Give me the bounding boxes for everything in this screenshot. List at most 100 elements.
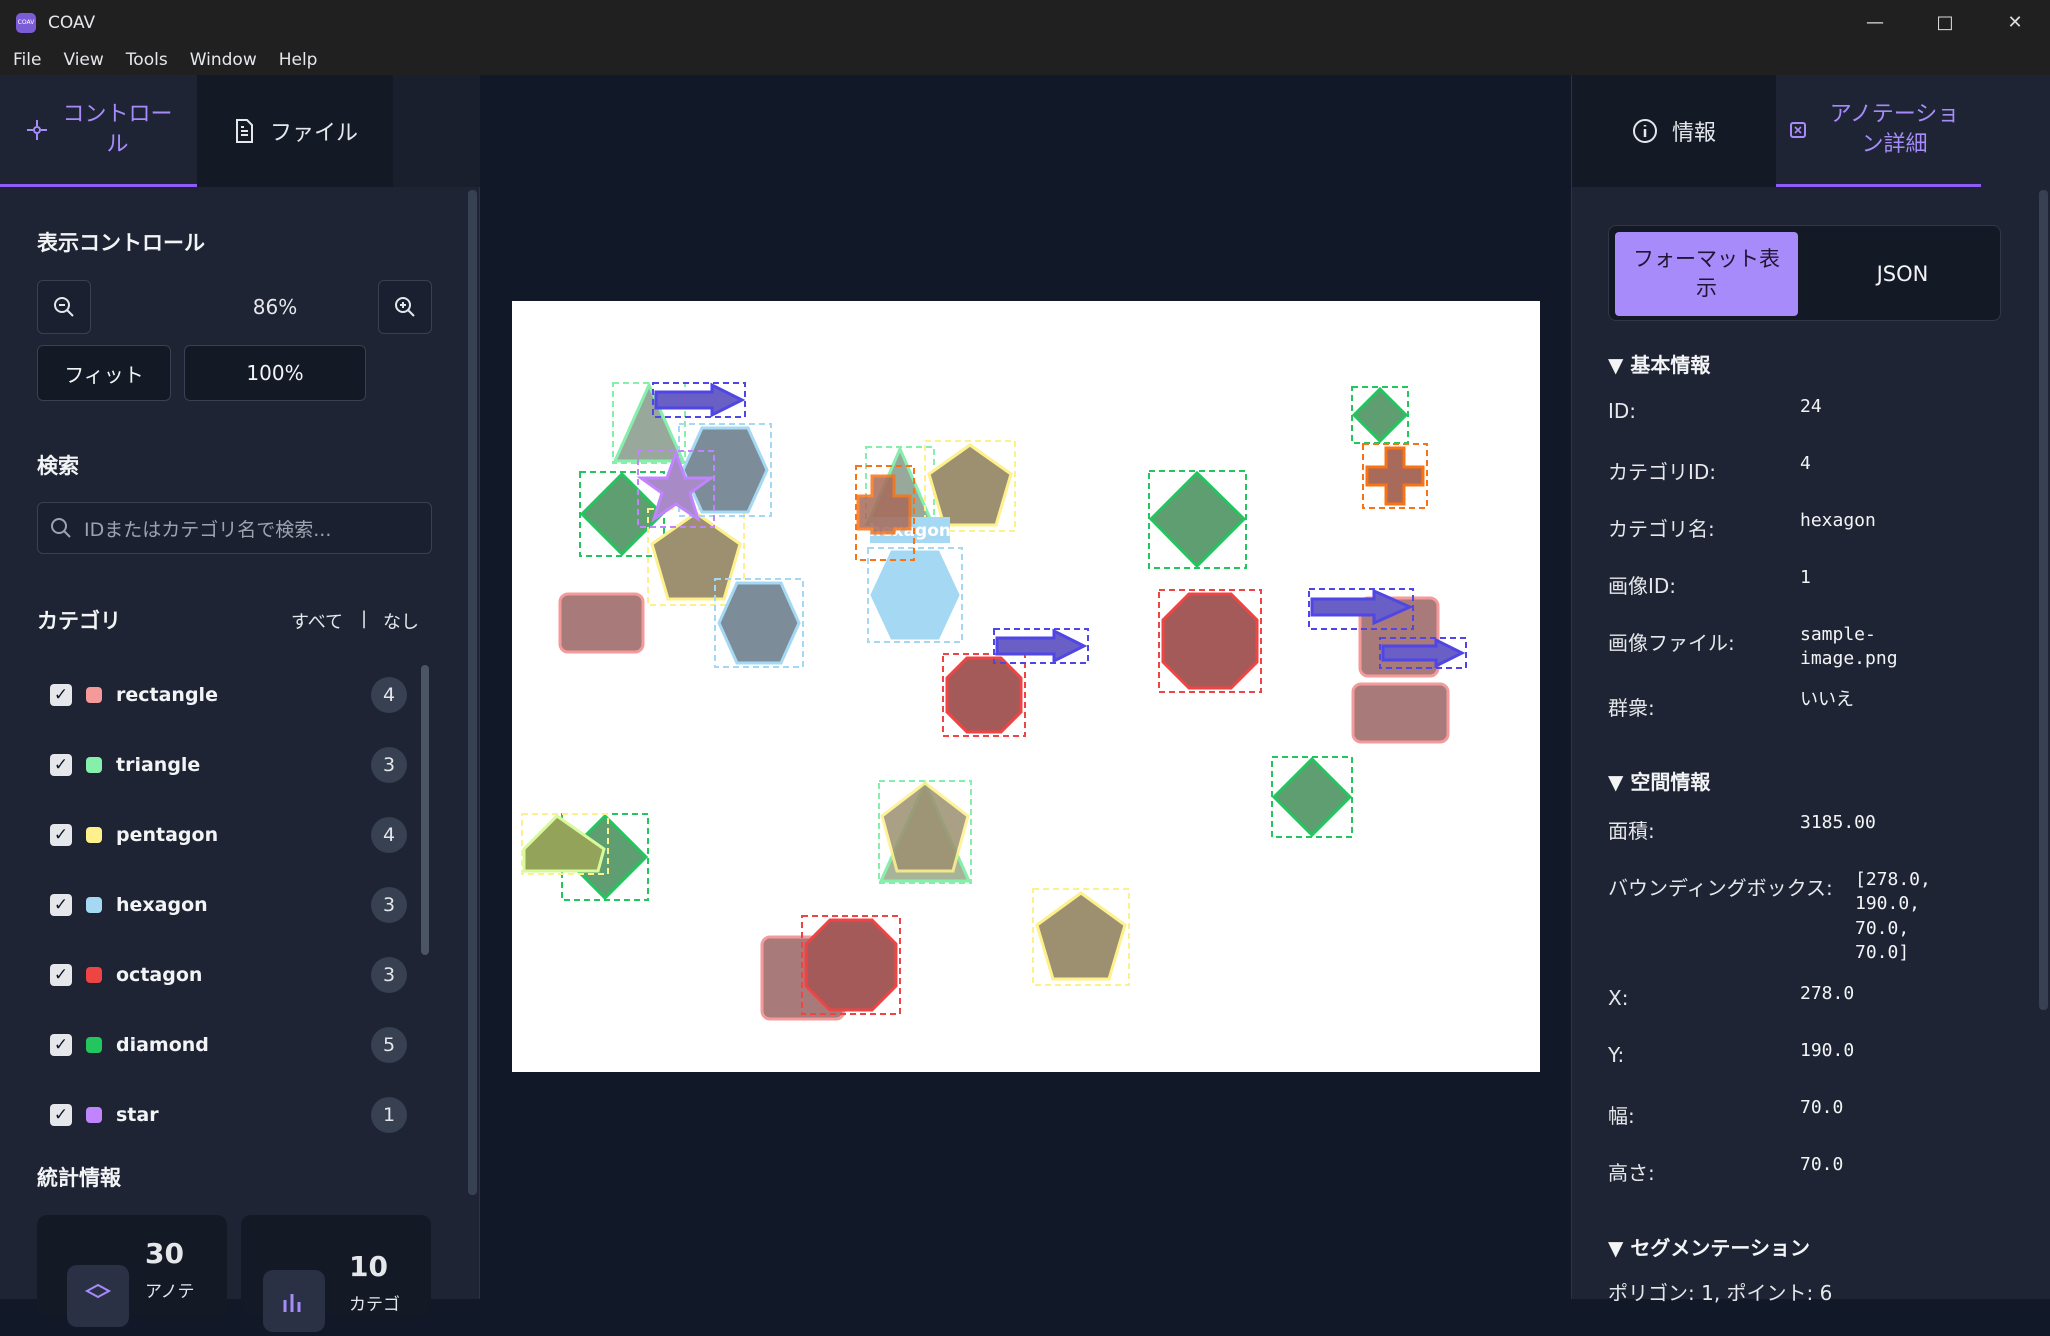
tab-info-label: 情報 [1671,121,1716,146]
spatial-label: 面積: [1608,819,1655,843]
right-panel-scrollbar[interactable] [2039,190,2048,1010]
category-item-pentagon[interactable]: ✓ pentagon 4 [37,805,407,865]
spatial-label: X: [1608,986,1629,1010]
basic-label: ID: [1608,399,1637,423]
crosshair-icon [26,119,47,140]
category-color-swatch [86,1107,102,1123]
canvas-area[interactable]: hexagon [481,75,1571,1299]
spatial-info-header[interactable]: ▼ 空間情報 [1608,766,1710,795]
hexagon-annotation-2[interactable] [714,578,804,668]
menu-view[interactable]: View [63,50,103,70]
menu-file[interactable]: File [13,50,41,70]
category-item-star[interactable]: ✓ star 1 [37,1085,407,1145]
menu-bar: File View Tools Window Help [0,45,2050,75]
category-checkbox[interactable]: ✓ [50,894,72,916]
rect-annotation-2[interactable] [1351,682,1450,744]
category-item-octagon[interactable]: ✓ octagon 3 [37,945,407,1005]
left-panel-scrollbar[interactable] [468,190,477,1195]
title-bar: COAV COAV — □ ✕ [0,0,2050,45]
category-checkbox[interactable]: ✓ [50,1034,72,1056]
app-logo-text: COAV [17,19,35,26]
diamond-annotation-4[interactable] [1271,756,1353,838]
category-count: 1 [371,1097,407,1133]
maximize-button[interactable]: □ [1910,0,1980,45]
menu-help[interactable]: Help [279,50,318,70]
arrow-annotation-1[interactable] [652,382,746,418]
octagon-annotation-2[interactable] [1158,589,1262,693]
hexagon-annotation-3-selected[interactable]: hexagon [867,517,963,643]
cross-annotation-1[interactable] [1362,443,1428,509]
pentagon-annotation-1[interactable] [647,508,745,606]
diamond-annotation-3[interactable] [1351,386,1409,444]
fit-button[interactable]: フィット [37,345,171,401]
category-color-swatch [86,1037,102,1053]
category-checkbox[interactable]: ✓ [50,964,72,986]
stat-icon-bg-2 [263,1270,325,1332]
basic-value: いいえ [1800,689,1854,710]
file-icon [235,119,253,143]
category-count: 5 [371,1027,407,1063]
menu-window[interactable]: Window [190,50,257,70]
stat-icon-bg [67,1265,129,1327]
app-logo: COAV [16,12,36,33]
category-item-rectangle[interactable]: ✓ rectangle 4 [37,665,407,725]
pentagon-annotation-5[interactable] [880,781,970,873]
octagon-annotation-1[interactable] [942,653,1026,737]
diamond-annotation-2[interactable] [1148,470,1247,569]
segmentation-header[interactable]: ▼ セグメンテーション [1608,1232,1810,1261]
pentagon-annotation-3[interactable] [1032,888,1130,986]
category-count: 3 [371,747,407,783]
tab-annotation-details[interactable]: アノテーション詳細 [1776,75,1981,187]
basic-label: 群衆: [1608,696,1655,720]
category-item-triangle[interactable]: ✓ triangle 3 [37,735,407,795]
basic-value: 24 [1800,396,1822,417]
category-name: octagon [116,964,203,986]
format-view-button[interactable]: フォーマット表示 [1615,232,1798,316]
annotated-image[interactable]: hexagon [512,301,1540,1072]
left-panel: コントロール ファイル 表示コントロール 86% フィット 100% 検索 ID… [0,75,480,1332]
basic-label: 画像ファイル: [1608,631,1735,655]
tab-controls[interactable]: コントロール [0,75,197,187]
stat-annotations-label: アノテ [145,1282,195,1302]
annotation-overlay[interactable]: hexagon [512,301,1540,1072]
search-input[interactable]: IDまたはカテゴリ名で検索... [37,502,432,554]
category-name: triangle [116,754,201,776]
select-all-link[interactable]: すべて [291,608,343,634]
spatial-value: 190.0 [1800,1040,1855,1061]
search-icon [51,518,71,538]
category-scrollbar[interactable] [421,665,429,955]
arrow-annotation-2[interactable] [993,628,1089,664]
categories-title: カテゴリ [37,609,121,633]
category-name: diamond [116,1034,209,1056]
category-checkbox[interactable]: ✓ [50,1104,72,1126]
tab-info[interactable]: 情報 [1572,75,1776,187]
basic-info-header[interactable]: ▼ 基本情報 [1608,349,1710,378]
search-placeholder: IDまたはカテゴリ名で検索... [84,518,332,541]
tab-files[interactable]: ファイル [197,75,393,187]
pentagon-annotation-4[interactable] [521,813,609,875]
close-button[interactable]: ✕ [1980,0,2050,45]
category-checkbox[interactable]: ✓ [50,684,72,706]
category-checkbox[interactable]: ✓ [50,824,72,846]
zoom-level: 86% [252,295,298,319]
zoom-out-button[interactable] [37,280,91,334]
category-checkbox[interactable]: ✓ [50,754,72,776]
category-color-swatch [86,687,102,703]
right-panel: 情報 アノテーション詳細 フォーマット表示 JSON ▼ 基本情報 ID: 24 カ… [1571,75,2050,1305]
zoom-in-icon [395,297,415,317]
minimize-button[interactable]: — [1840,0,1910,45]
select-none-link[interactable]: なし [383,608,419,634]
basic-label: カテゴリ名: [1608,517,1715,541]
annotation-icon [1789,121,1806,138]
category-count: 4 [371,677,407,713]
category-name: pentagon [116,824,219,846]
spatial-value: 278.0 [1800,983,1855,1004]
category-name: star [116,1104,159,1126]
category-item-diamond[interactable]: ✓ diamond 5 [37,1015,407,1075]
json-view-button[interactable]: JSON [1809,232,1996,316]
zoom-in-button[interactable] [378,280,432,334]
reset-zoom-button[interactable]: 100% [184,345,366,401]
rect-annotation-1[interactable] [558,592,645,654]
menu-tools[interactable]: Tools [126,50,168,70]
category-item-hexagon[interactable]: ✓ hexagon 3 [37,875,407,935]
